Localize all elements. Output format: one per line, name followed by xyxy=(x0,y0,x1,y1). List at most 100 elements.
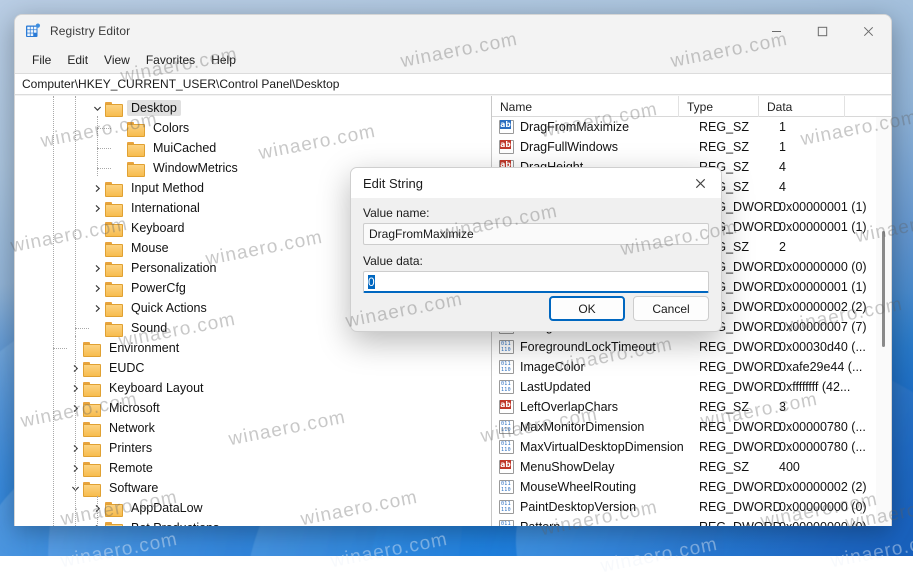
chevron-down-icon[interactable] xyxy=(89,100,105,116)
tree-spacer xyxy=(111,120,127,136)
table-row[interactable]: MaxMonitorDimensionREG_DWORD0x00000780 (… xyxy=(492,417,891,437)
column-header-name[interactable]: Name xyxy=(492,96,679,117)
folder-icon xyxy=(83,361,100,375)
dialog-close-button[interactable] xyxy=(679,168,721,198)
chevron-right-icon[interactable] xyxy=(89,180,105,196)
menu-favorites[interactable]: Favorites xyxy=(138,50,203,70)
address-bar[interactable]: Computer\HKEY_CURRENT_USER\Control Panel… xyxy=(15,73,891,95)
value-data-input[interactable]: 0 xyxy=(363,271,709,293)
tree-node-printers[interactable]: Printers xyxy=(15,438,491,458)
dword-value-icon xyxy=(499,360,514,374)
folder-icon xyxy=(83,461,100,475)
tree-node-remote[interactable]: Remote xyxy=(15,458,491,478)
menu-edit[interactable]: Edit xyxy=(59,50,96,70)
close-button[interactable] xyxy=(845,15,891,47)
column-header-type[interactable]: Type xyxy=(679,96,759,117)
registry-path: Computer\HKEY_CURRENT_USER\Control Panel… xyxy=(22,77,339,91)
folder-icon xyxy=(105,501,122,515)
table-row[interactable]: ForegroundLockTimeoutREG_DWORD0x00030d40… xyxy=(492,337,891,357)
column-header-data[interactable]: Data xyxy=(759,96,845,117)
tree-node-keyboard-layout[interactable]: Keyboard Layout xyxy=(15,378,491,398)
folder-icon xyxy=(105,521,122,526)
tree-node-label: Bot Productions xyxy=(127,520,223,526)
table-row[interactable]: PatternREG_DWORD0x00000000 (0) xyxy=(492,517,891,526)
tree-indent-elbow xyxy=(97,128,111,129)
string-value-icon xyxy=(499,140,514,154)
tree-indent-guide xyxy=(53,96,54,526)
string-value-icon xyxy=(499,460,514,474)
value-name-cell: ForegroundLockTimeout xyxy=(520,340,699,354)
string-value-icon xyxy=(499,400,514,414)
value-name-cell: MenuShowDelay xyxy=(520,460,699,474)
tree-node-eudc[interactable]: EUDC xyxy=(15,358,491,378)
tree-spacer xyxy=(111,140,127,156)
tree-node-network[interactable]: Network xyxy=(15,418,491,438)
tree-indent-guide xyxy=(75,336,76,526)
menu-help[interactable]: Help xyxy=(203,50,244,70)
value-name-label: Value name: xyxy=(363,206,709,220)
value-name-cell: Pattern xyxy=(520,520,699,526)
tree-node-label: EUDC xyxy=(105,360,148,376)
chevron-right-icon[interactable] xyxy=(89,300,105,316)
tree-node-label: PowerCfg xyxy=(127,280,190,296)
maximize-button[interactable] xyxy=(799,15,845,47)
tree-spacer xyxy=(111,160,127,176)
chevron-right-icon[interactable] xyxy=(89,200,105,216)
value-type-cell: REG_DWORD xyxy=(699,380,779,394)
value-data-cell: 0x00030d40 (... xyxy=(779,340,891,354)
tree-node-software[interactable]: Software xyxy=(15,478,491,498)
table-row[interactable]: LeftOverlapCharsREG_SZ3 xyxy=(492,397,891,417)
value-name-cell: MouseWheelRouting xyxy=(520,480,699,494)
tree-indent-elbow xyxy=(53,348,67,349)
tree-node-bot-productions[interactable]: Bot Productions xyxy=(15,518,491,526)
tree-node-label: Input Method xyxy=(127,180,208,196)
table-row[interactable]: ImageColorREG_DWORD0xafe29e44 (... xyxy=(492,357,891,377)
cancel-button[interactable]: Cancel xyxy=(633,296,709,321)
menu-view[interactable]: View xyxy=(96,50,138,70)
tree-node-label: International xyxy=(127,200,204,216)
tree-node-label: Desktop xyxy=(127,100,181,116)
chevron-right-icon[interactable] xyxy=(89,260,105,276)
folder-icon xyxy=(83,421,100,435)
tree-indent-guide xyxy=(75,96,76,336)
tree-node-label: Environment xyxy=(105,340,183,356)
chevron-right-icon[interactable] xyxy=(89,280,105,296)
registry-editor-icon xyxy=(25,23,41,39)
table-row[interactable]: DragFullWindowsREG_SZ1 xyxy=(492,137,891,157)
table-row[interactable]: DragFromMaximizeREG_SZ1 xyxy=(492,117,891,137)
folder-icon xyxy=(105,281,122,295)
minimize-button[interactable] xyxy=(753,15,799,47)
table-row[interactable]: MenuShowDelayREG_SZ400 xyxy=(492,457,891,477)
value-data-cell: 0x00000002 (2) xyxy=(779,480,891,494)
tree-node-microsoft[interactable]: Microsoft xyxy=(15,398,491,418)
value-data-cell: 0x00000000 (0) xyxy=(779,260,891,274)
tree-indent-elbow xyxy=(97,168,111,169)
list-scrollbar-thumb[interactable] xyxy=(882,231,885,347)
table-row[interactable]: PaintDesktopVersionREG_DWORD0x00000000 (… xyxy=(492,497,891,517)
ok-button[interactable]: OK xyxy=(549,296,625,321)
tree-node-muicached[interactable]: MuiCached xyxy=(15,138,491,158)
folder-icon xyxy=(105,181,122,195)
menu-file[interactable]: File xyxy=(24,50,59,70)
folder-icon xyxy=(105,221,122,235)
tree-node-label: Printers xyxy=(105,440,156,456)
value-name-input[interactable]: DragFromMaximize xyxy=(363,223,709,245)
tree-node-appdatalow[interactable]: AppDataLow xyxy=(15,498,491,518)
tree-node-desktop[interactable]: Desktop xyxy=(15,98,491,118)
dword-value-icon xyxy=(499,500,514,514)
column-header-filler xyxy=(845,96,891,117)
tree-node-environment[interactable]: Environment xyxy=(15,338,491,358)
tree-node-label: MuiCached xyxy=(149,140,220,156)
value-name-cell: LastUpdated xyxy=(520,380,699,394)
table-row[interactable]: MaxVirtualDesktopDimensionREG_DWORD0x000… xyxy=(492,437,891,457)
value-name-cell: MaxMonitorDimension xyxy=(520,420,699,434)
folder-icon xyxy=(105,321,122,335)
dword-value-icon xyxy=(499,420,514,434)
list-scrollbar[interactable] xyxy=(876,117,891,526)
table-row[interactable]: LastUpdatedREG_DWORD0xffffffff (42... xyxy=(492,377,891,397)
tree-node-colors[interactable]: Colors xyxy=(15,118,491,138)
list-column-headers: Name Type Data xyxy=(492,96,891,117)
registry-editor-window: Registry Editor File Edit View Favorites… xyxy=(14,14,892,526)
table-row[interactable]: MouseWheelRoutingREG_DWORD0x00000002 (2) xyxy=(492,477,891,497)
folder-icon xyxy=(127,121,144,135)
